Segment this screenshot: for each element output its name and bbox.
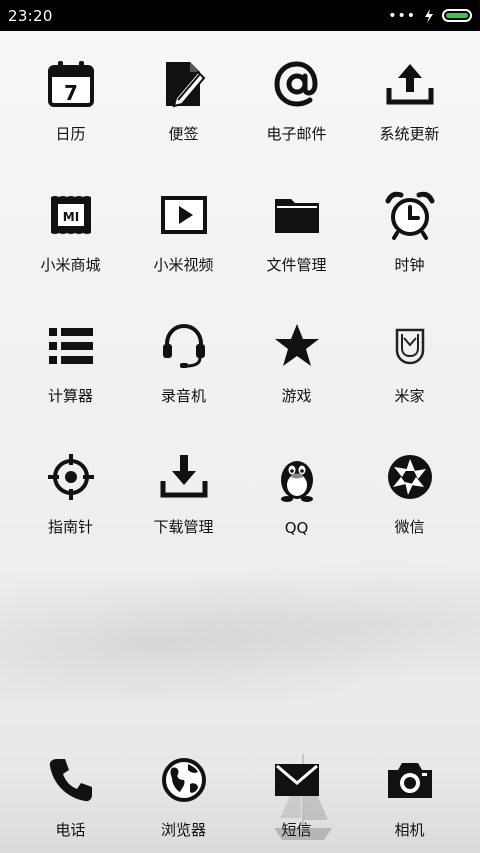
- app-label: 电话: [55, 821, 86, 839]
- dock-messages[interactable]: 短信: [240, 752, 353, 840]
- mi-store-icon: MI: [41, 187, 101, 242]
- app-calculator[interactable]: 计算器: [14, 318, 127, 406]
- app-label: QQ: [284, 519, 309, 537]
- list-icon: [41, 318, 101, 373]
- status-icons: •••: [388, 7, 472, 24]
- app-system-update[interactable]: 系统更新: [353, 56, 466, 144]
- app-label: 指南针: [47, 518, 93, 536]
- phone-icon: [41, 752, 101, 807]
- mijia-icon: [380, 318, 440, 373]
- signal-dots-icon: •••: [388, 7, 416, 24]
- dock-camera[interactable]: 相机: [353, 752, 466, 840]
- app-label: 录音机: [160, 387, 206, 405]
- app-notes[interactable]: 便签: [127, 56, 240, 144]
- app-label: 系统更新: [379, 125, 440, 143]
- app-file-manager[interactable]: 文件管理: [240, 187, 353, 275]
- app-label: 日历: [55, 125, 86, 143]
- email-at-icon: [267, 56, 327, 111]
- app-label: 游戏: [281, 387, 312, 405]
- video-play-icon: [154, 187, 214, 242]
- app-recorder[interactable]: 录音机: [127, 318, 240, 406]
- calendar-icon: 7: [41, 56, 101, 111]
- app-label: 小米视频: [153, 256, 214, 274]
- charging-bolt-icon: [425, 8, 433, 23]
- envelope-icon: [267, 752, 327, 807]
- app-label: 计算器: [47, 387, 93, 405]
- dock-browser[interactable]: 浏览器: [127, 752, 240, 840]
- notes-icon: [154, 56, 214, 111]
- app-mijia[interactable]: 米家: [353, 318, 466, 406]
- app-games[interactable]: 游戏: [240, 318, 353, 406]
- upload-icon: [380, 56, 440, 111]
- app-label: 浏览器: [160, 821, 206, 839]
- app-label: 小米商城: [40, 256, 101, 274]
- app-compass[interactable]: 指南针: [14, 449, 127, 537]
- app-label: 下载管理: [153, 518, 214, 536]
- app-qq[interactable]: QQ: [240, 449, 353, 537]
- camera-icon: [380, 752, 440, 807]
- penguin-icon: [267, 449, 327, 507]
- target-icon: [41, 449, 101, 504]
- app-label: 微信: [394, 518, 425, 536]
- download-icon: [154, 449, 214, 504]
- folder-icon: [267, 187, 327, 242]
- status-bar: 23:20 •••: [0, 0, 480, 31]
- app-label: 电子邮件: [266, 125, 327, 143]
- background-wash-mountains: [0, 560, 480, 700]
- battery-level-fill: [446, 13, 468, 18]
- app-label: 短信: [281, 821, 312, 839]
- app-label: 便签: [168, 125, 199, 143]
- app-download-manager[interactable]: 下载管理: [127, 449, 240, 537]
- globe-icon: [154, 752, 214, 807]
- app-grid: 7 日历 便签 电子邮件 系统更新 MI 小米商城 小米视频 文件管理 时钟 计…: [14, 56, 466, 537]
- app-label: 相机: [394, 821, 425, 839]
- aperture-icon: [380, 449, 440, 504]
- app-calendar[interactable]: 7 日历: [14, 56, 127, 144]
- app-email[interactable]: 电子邮件: [240, 56, 353, 144]
- dock: 电话 浏览器 短信 相机: [14, 752, 466, 840]
- app-wechat[interactable]: 微信: [353, 449, 466, 537]
- status-time: 23:20: [8, 6, 53, 25]
- app-clock[interactable]: 时钟: [353, 187, 466, 275]
- app-mi-store[interactable]: MI 小米商城: [14, 187, 127, 275]
- mi-badge: MI: [62, 210, 78, 224]
- dock-phone[interactable]: 电话: [14, 752, 127, 840]
- app-label: 时钟: [394, 256, 425, 274]
- app-mi-video[interactable]: 小米视频: [127, 187, 240, 275]
- battery-icon: [442, 9, 472, 22]
- alarm-clock-icon: [380, 187, 440, 242]
- app-label: 文件管理: [266, 256, 327, 274]
- star-icon: [267, 318, 327, 373]
- calendar-day-number: 7: [64, 81, 78, 105]
- app-label: 米家: [394, 387, 425, 405]
- headset-icon: [154, 318, 214, 373]
